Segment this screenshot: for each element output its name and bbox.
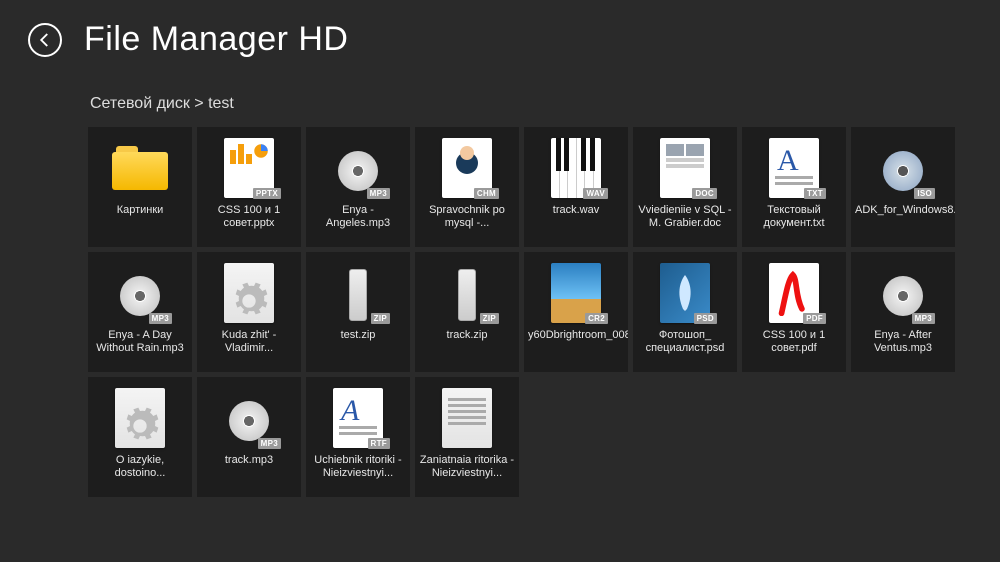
file-tile[interactable]: CR2 y60Dbrightroom_00800.CR2 <box>524 252 628 372</box>
app-title: File Manager HD <box>84 20 348 59</box>
file-label: CSS 100 и 1 совет.pdf <box>742 326 846 354</box>
file-tile[interactable]: O iazykie, dostoino... <box>88 377 192 497</box>
file-label: ADK_for_Windows8.iso <box>851 201 955 217</box>
file-tile[interactable]: CHM Spravochnik po mysql -... <box>415 127 519 247</box>
disc-icon <box>338 151 378 191</box>
file-tile[interactable]: ATXTТекстовый документ.txt <box>742 127 846 247</box>
file-tile[interactable]: MP3 Enya - Angeles.mp3 <box>306 127 410 247</box>
file-label: Enya - A Day Without Rain.mp3 <box>88 326 192 354</box>
file-tile[interactable]: Zaniatnaia ritorika - Nieizviestnyi... <box>415 377 519 497</box>
file-label: track.mp3 <box>197 451 301 467</box>
exe-icon <box>224 263 274 323</box>
file-label: Spravochnik po mysql -... <box>415 201 519 229</box>
file-label: track.zip <box>415 326 519 342</box>
file-tile[interactable]: Картинки <box>88 127 192 247</box>
file-label: CSS 100 и 1 совет.pptx <box>197 201 301 229</box>
file-label: Текстовый документ.txt <box>742 201 846 229</box>
filetype-badge: TXT <box>804 188 826 199</box>
zip-icon <box>458 269 476 321</box>
filetype-badge: ZIP <box>371 313 390 324</box>
filetype-badge: RTF <box>368 438 390 449</box>
filetype-badge: ZIP <box>480 313 499 324</box>
file-label: test.zip <box>306 326 410 342</box>
file-tile[interactable]: MP3 Enya - After Ventus.mp3 <box>851 252 955 372</box>
disc-icon <box>883 276 923 316</box>
disc-icon <box>883 151 923 191</box>
filetype-badge: PPTX <box>253 188 281 199</box>
file-label: Фотошоп_ специалист.psd <box>633 326 737 354</box>
file-label: track.wav <box>524 201 628 217</box>
filetype-badge: CHM <box>474 188 499 199</box>
file-tile[interactable]: Kuda zhit' - Vladimir... <box>197 252 301 372</box>
file-label: Uchiebnik ritoriki - Nieizviestnyi... <box>306 451 410 479</box>
filetype-badge: DOC <box>692 188 717 199</box>
file-tile[interactable]: MP3 Enya - A Day Without Rain.mp3 <box>88 252 192 372</box>
file-tile[interactable]: ZIP test.zip <box>306 252 410 372</box>
filetype-badge: PDF <box>803 313 826 324</box>
back-button[interactable] <box>28 23 62 57</box>
file-label: Enya - After Ventus.mp3 <box>851 326 955 354</box>
disc-icon <box>120 276 160 316</box>
disc-icon <box>229 401 269 441</box>
arrow-left-icon <box>36 31 54 49</box>
file-tile[interactable]: WAV track.wav <box>524 127 628 247</box>
filetype-badge: ISO <box>914 188 935 199</box>
file-label: Kuda zhit' - Vladimir... <box>197 326 301 354</box>
filetype-badge: MP3 <box>912 313 935 324</box>
file-tile[interactable]: PDF CSS 100 и 1 совет.pdf <box>742 252 846 372</box>
file-tile[interactable]: PSD Фотошоп_ специалист.psd <box>633 252 737 372</box>
file-icon <box>442 388 492 448</box>
filetype-badge: MP3 <box>367 188 390 199</box>
file-label: O iazykie, dostoino... <box>88 451 192 479</box>
filetype-badge: PSD <box>694 313 717 324</box>
file-tile[interactable]: MP3 track.mp3 <box>197 377 301 497</box>
file-label: Картинки <box>88 201 192 217</box>
file-tile[interactable]: ARTFUchiebnik ritoriki - Nieizviestnyi..… <box>306 377 410 497</box>
file-tile[interactable]: ISO ADK_for_Windows8.iso <box>851 127 955 247</box>
filetype-badge: WAV <box>583 188 608 199</box>
file-label: Enya - Angeles.mp3 <box>306 201 410 229</box>
exe-icon <box>115 388 165 448</box>
zip-icon <box>349 269 367 321</box>
file-tile[interactable]: ZIP track.zip <box>415 252 519 372</box>
file-tile[interactable]: PPTX CSS 100 и 1 совет.pptx <box>197 127 301 247</box>
file-label: Vviedieniie v SQL - M. Grabier.doc <box>633 201 737 229</box>
file-grid: Картинки PPTX CSS 100 и 1 совет.pptx MP3 Eny… <box>0 127 1000 497</box>
file-label: y60Dbrightroom_00800.CR2 <box>524 326 628 342</box>
folder-icon <box>112 146 168 190</box>
breadcrumb[interactable]: Сетевой диск > test <box>0 69 1000 127</box>
file-label: Zaniatnaia ritorika - Nieizviestnyi... <box>415 451 519 479</box>
file-tile[interactable]: DOC Vviedieniie v SQL - M. Grabier.doc <box>633 127 737 247</box>
filetype-badge: MP3 <box>149 313 172 324</box>
filetype-badge: MP3 <box>258 438 281 449</box>
filetype-badge: CR2 <box>585 313 608 324</box>
